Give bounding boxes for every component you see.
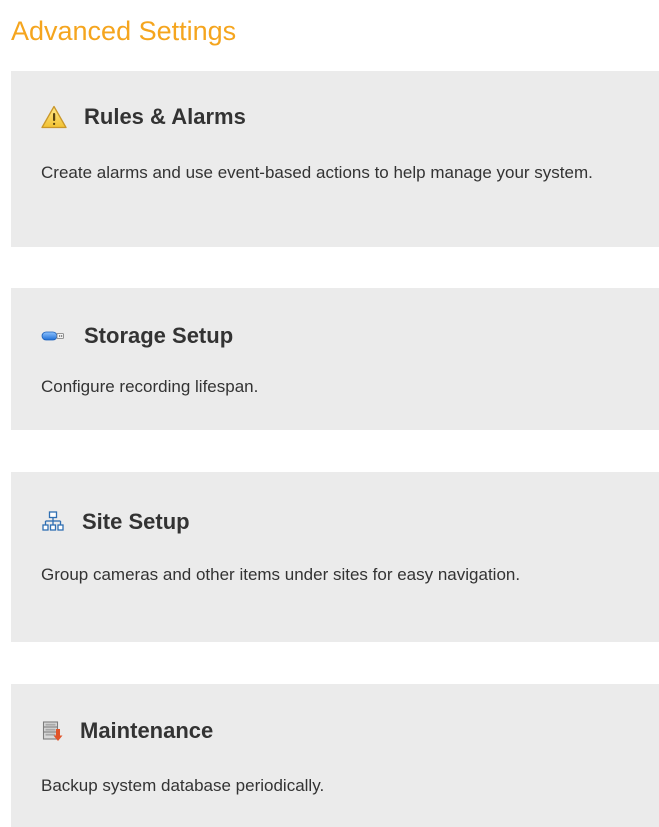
maintenance-card[interactable]: Maintenance Backup system database perio… — [11, 684, 659, 827]
card-description: Group cameras and other items under site… — [41, 565, 521, 584]
card-title: Rules & Alarms — [84, 104, 246, 129]
card-title: Storage Setup — [84, 323, 234, 348]
card-title-row: Maintenance — [41, 716, 213, 746]
storage-setup-card[interactable]: Storage Setup Configure recording lifesp… — [11, 288, 659, 430]
card-title: Maintenance — [80, 718, 214, 743]
storage-drive-icon — [41, 323, 65, 349]
advanced-settings-page: Advanced Settings Rules & Alarms Create … — [0, 0, 659, 827]
card-description: Create alarms and use event-based action… — [41, 163, 593, 182]
page-title: Advanced Settings — [11, 16, 237, 46]
card-title-row: Storage Setup — [41, 321, 233, 351]
card-title-row: Rules & Alarms — [41, 102, 246, 132]
site-setup-card[interactable]: Site Setup Group cameras and other items… — [11, 472, 659, 642]
card-description: Configure recording lifespan. — [41, 377, 259, 396]
card-description: Backup system database periodically. — [41, 776, 325, 795]
warning-icon — [41, 104, 67, 130]
rules-alarms-card[interactable]: Rules & Alarms Create alarms and use eve… — [11, 71, 659, 247]
database-backup-icon — [42, 718, 64, 744]
card-title: Site Setup — [82, 509, 190, 534]
site-hierarchy-icon — [42, 509, 64, 535]
card-title-row: Site Setup — [41, 507, 190, 537]
